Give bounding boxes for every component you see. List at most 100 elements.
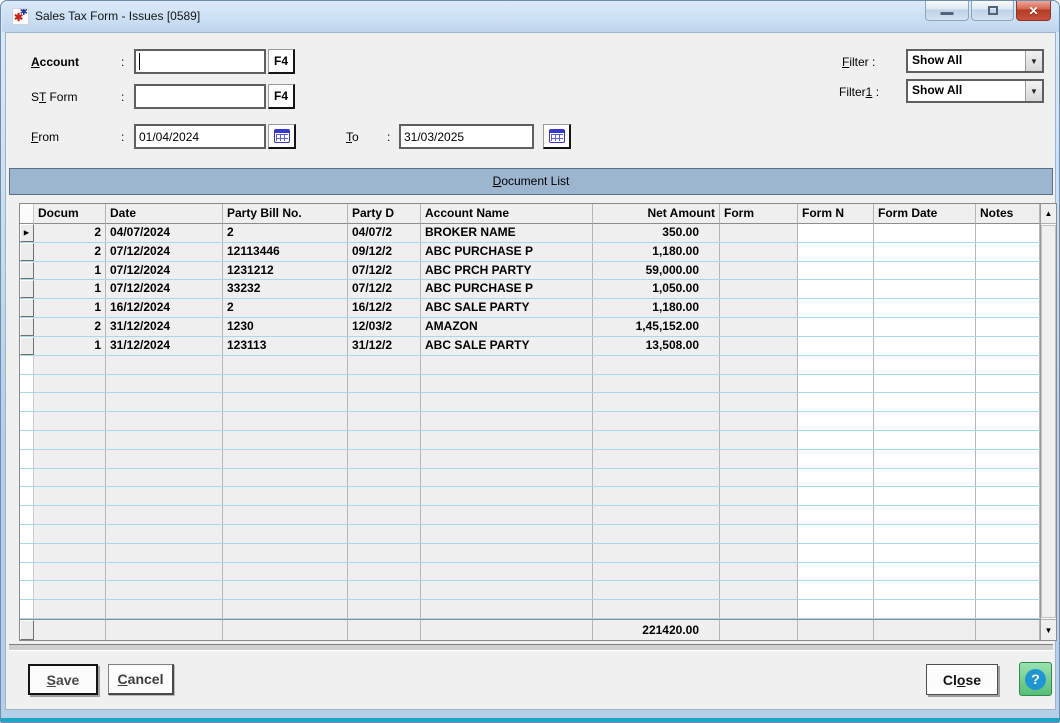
- account-input[interactable]: [134, 49, 266, 74]
- column-header-party_bill_no[interactable]: Party Bill No.: [223, 204, 348, 224]
- cell-account_name[interactable]: ABC PURCHASE P: [421, 243, 593, 261]
- cell-docum[interactable]: 1: [34, 262, 106, 280]
- cell-form_n[interactable]: [798, 224, 874, 242]
- cell-account_name[interactable]: ABC PURCHASE P: [421, 280, 593, 298]
- cell-party_bill_no[interactable]: 1231212: [223, 262, 348, 280]
- column-header-form_date[interactable]: Form Date: [874, 204, 976, 224]
- cell-party_d[interactable]: 09/12/2: [348, 243, 421, 261]
- cell-notes[interactable]: [976, 280, 1040, 298]
- table-row[interactable]: ►204/07/2024204/07/2BROKER NAME350.00: [20, 224, 1040, 243]
- cell-form[interactable]: [720, 243, 798, 261]
- cell-form_date[interactable]: [874, 262, 976, 280]
- table-row[interactable]: 107/12/2024123121207/12/2ABC PRCH PARTY5…: [20, 262, 1040, 281]
- cell-net_amount[interactable]: 1,45,152.00: [593, 318, 720, 336]
- row-selector-cell[interactable]: [20, 299, 34, 317]
- cell-form[interactable]: [720, 299, 798, 317]
- cell-account_name[interactable]: AMAZON: [421, 318, 593, 336]
- cell-party_bill_no[interactable]: 2: [223, 224, 348, 242]
- cell-notes[interactable]: [976, 299, 1040, 317]
- cell-net_amount[interactable]: 1,180.00: [593, 243, 720, 261]
- cell-party_d[interactable]: 07/12/2: [348, 280, 421, 298]
- cell-date[interactable]: 07/12/2024: [106, 280, 223, 298]
- row-selector-cell[interactable]: [20, 280, 34, 298]
- filter1-dropdown-button[interactable]: ▼: [1025, 81, 1042, 101]
- cell-net_amount[interactable]: 1,050.00: [593, 280, 720, 298]
- cell-form_n[interactable]: [798, 318, 874, 336]
- st-form-input[interactable]: [134, 84, 266, 109]
- row-selector-cell[interactable]: [20, 337, 34, 355]
- cell-form[interactable]: [720, 337, 798, 355]
- cell-net_amount[interactable]: 1,180.00: [593, 299, 720, 317]
- cell-date[interactable]: 31/12/2024: [106, 337, 223, 355]
- cell-net_amount[interactable]: 59,000.00: [593, 262, 720, 280]
- cell-date[interactable]: 07/12/2024: [106, 243, 223, 261]
- filter1-dropdown[interactable]: Show All ▼: [906, 79, 1044, 103]
- cell-form_n[interactable]: [798, 262, 874, 280]
- column-header-docum[interactable]: Docum: [34, 204, 106, 224]
- cell-net_amount[interactable]: 350.00: [593, 224, 720, 242]
- row-selector-cell[interactable]: ►: [20, 224, 34, 242]
- save-button[interactable]: Save: [28, 664, 98, 695]
- cell-account_name[interactable]: ABC SALE PARTY: [421, 299, 593, 317]
- table-row[interactable]: 107/12/20243323207/12/2ABC PURCHASE P1,0…: [20, 280, 1040, 299]
- from-calendar-button[interactable]: [268, 124, 296, 149]
- column-header-date[interactable]: Date: [106, 204, 223, 224]
- cell-form_date[interactable]: [874, 280, 976, 298]
- restore-button[interactable]: [971, 1, 1014, 21]
- cell-net_amount[interactable]: 13,508.00: [593, 337, 720, 355]
- cell-docum[interactable]: 2: [34, 318, 106, 336]
- cell-notes[interactable]: [976, 224, 1040, 242]
- cell-date[interactable]: 04/07/2024: [106, 224, 223, 242]
- cell-form_date[interactable]: [874, 337, 976, 355]
- vertical-scrollbar[interactable]: ▲ ▼: [1040, 204, 1056, 640]
- cell-party_bill_no[interactable]: 1230: [223, 318, 348, 336]
- row-selector-cell[interactable]: [20, 243, 34, 261]
- close-window-button[interactable]: ✕: [1016, 1, 1051, 21]
- cell-form_n[interactable]: [798, 243, 874, 261]
- cell-party_bill_no[interactable]: 123113: [223, 337, 348, 355]
- row-selector-cell[interactable]: [20, 262, 34, 280]
- filter-dropdown[interactable]: Show All ▼: [906, 49, 1044, 73]
- help-button[interactable]: ?: [1019, 662, 1052, 696]
- cell-docum[interactable]: 2: [34, 243, 106, 261]
- column-header-form[interactable]: Form: [720, 204, 798, 224]
- to-calendar-button[interactable]: [543, 124, 571, 149]
- cell-form_n[interactable]: [798, 299, 874, 317]
- cell-notes[interactable]: [976, 337, 1040, 355]
- cell-form_date[interactable]: [874, 318, 976, 336]
- cell-form_n[interactable]: [798, 280, 874, 298]
- cell-date[interactable]: 07/12/2024: [106, 262, 223, 280]
- cell-form_n[interactable]: [798, 337, 874, 355]
- cell-account_name[interactable]: ABC SALE PARTY: [421, 337, 593, 355]
- cell-party_d[interactable]: 12/03/2: [348, 318, 421, 336]
- cell-notes[interactable]: [976, 262, 1040, 280]
- cell-notes[interactable]: [976, 243, 1040, 261]
- cell-form[interactable]: [720, 262, 798, 280]
- cell-account_name[interactable]: BROKER NAME: [421, 224, 593, 242]
- cell-form_date[interactable]: [874, 224, 976, 242]
- cell-party_d[interactable]: 04/07/2: [348, 224, 421, 242]
- cancel-button[interactable]: Cancel: [108, 664, 174, 695]
- cell-party_bill_no[interactable]: 33232: [223, 280, 348, 298]
- cell-form[interactable]: [720, 280, 798, 298]
- cell-form_date[interactable]: [874, 299, 976, 317]
- to-date-input[interactable]: [399, 124, 534, 149]
- cell-form[interactable]: [720, 318, 798, 336]
- cell-docum[interactable]: 1: [34, 299, 106, 317]
- cell-account_name[interactable]: ABC PRCH PARTY: [421, 262, 593, 280]
- table-row[interactable]: 231/12/2024123012/03/2AMAZON1,45,152.00: [20, 318, 1040, 337]
- table-row[interactable]: 131/12/202412311331/12/2ABC SALE PARTY13…: [20, 337, 1040, 356]
- title-bar[interactable]: ✱ ✱ Sales Tax Form - Issues [0589]: [2, 1, 1059, 32]
- cell-party_d[interactable]: 16/12/2: [348, 299, 421, 317]
- cell-party_d[interactable]: 31/12/2: [348, 337, 421, 355]
- cell-party_d[interactable]: 07/12/2: [348, 262, 421, 280]
- cell-form_date[interactable]: [874, 243, 976, 261]
- cell-party_bill_no[interactable]: 2: [223, 299, 348, 317]
- column-header-notes[interactable]: Notes: [976, 204, 1040, 224]
- cell-party_bill_no[interactable]: 12113446: [223, 243, 348, 261]
- column-header-net_amount[interactable]: Net Amount: [593, 204, 720, 224]
- cell-form[interactable]: [720, 224, 798, 242]
- filter-dropdown-button[interactable]: ▼: [1025, 51, 1042, 71]
- minimize-button[interactable]: [925, 1, 969, 21]
- scrollbar-thumb[interactable]: [1041, 225, 1056, 618]
